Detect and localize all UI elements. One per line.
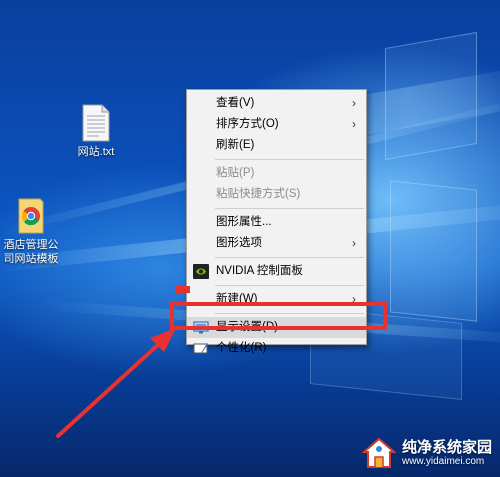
watermark-title: 纯净系统家园 bbox=[401, 438, 492, 456]
desktop-background[interactable]: 网站.txt 酒店管理公 司网站模板 查看(V) › 排序方式(O) › 刷新(… bbox=[0, 0, 500, 477]
annotation-arrow-icon bbox=[56, 328, 176, 438]
watermark: 纯净系统家园 www.yidaimei.com bbox=[361, 437, 492, 469]
house-logo-icon bbox=[361, 437, 396, 468]
watermark-url: www.yidaimei.com bbox=[401, 456, 485, 467]
